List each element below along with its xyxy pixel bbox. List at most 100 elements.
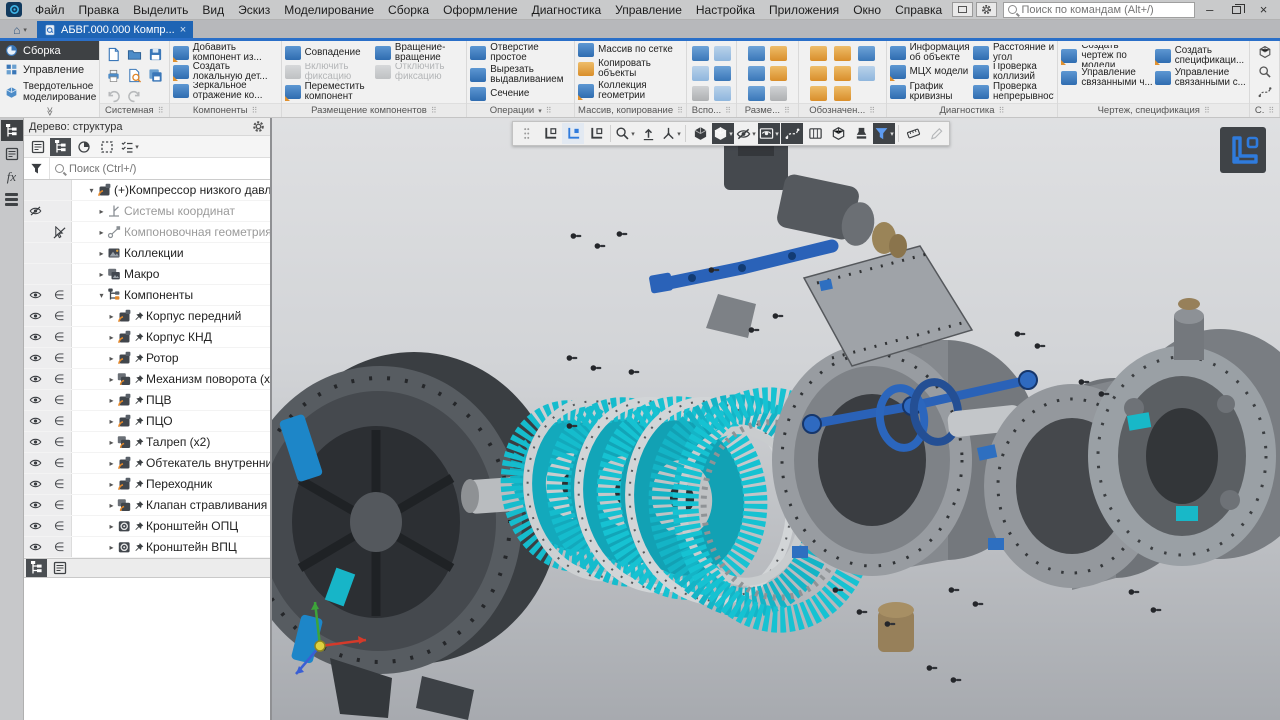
visibility-eye-icon[interactable] <box>29 290 42 300</box>
menu-diagnostics[interactable]: Диагностика <box>525 3 609 17</box>
rotation-rotation-button[interactable]: Вращение-вращение <box>374 43 463 63</box>
clip-planes-button[interactable] <box>804 123 826 144</box>
tree-item-rotor[interactable]: ∈ ▸ Ротор <box>24 348 270 369</box>
create-drawing-button[interactable]: Создать чертеж по модели <box>1061 45 1152 67</box>
notation-datum-button[interactable] <box>833 45 851 61</box>
tree-item-knd-casing[interactable]: ∈ ▸ Корпус КНД <box>24 327 270 348</box>
visibility-eye-icon[interactable] <box>29 542 42 552</box>
component-refresh-tool-button[interactable] <box>1256 84 1274 100</box>
create-local-part-button[interactable]: Создать локальную дет... <box>172 62 278 81</box>
dim-radial-button[interactable] <box>747 65 765 81</box>
menu-edit[interactable]: Правка <box>72 3 127 17</box>
aux-local-cs-button[interactable] <box>713 65 731 81</box>
menu-file[interactable]: Файл <box>28 3 72 17</box>
3d-model[interactable] <box>272 118 1280 720</box>
visibility-eye-icon[interactable] <box>29 521 42 531</box>
tree-item-front-casing[interactable]: ∈ ▸ Корпус передний <box>24 306 270 327</box>
tree-item-pco[interactable]: ∈ ▸ ПЦО <box>24 411 270 432</box>
tree-item-bracket-opc[interactable]: ∈ ▸ Кронштейн ОПЦ <box>24 516 270 537</box>
mode-management[interactable]: Управление <box>0 60 99 79</box>
orientation-current-button[interactable] <box>562 123 584 144</box>
menu-management[interactable]: Управление <box>608 3 689 17</box>
new-document-button[interactable] <box>103 44 124 65</box>
copy-objects-button[interactable]: Копировать объекты <box>578 59 683 79</box>
add-component-button[interactable]: Добавить компонент из... <box>172 43 278 62</box>
exploded-view-button[interactable] <box>827 123 849 144</box>
aux-axis-button[interactable] <box>691 85 709 101</box>
menu-help[interactable]: Справка <box>888 3 949 17</box>
visibility-eye-icon[interactable] <box>29 332 42 342</box>
trajectory-display-button[interactable] <box>781 123 803 144</box>
disable-fixation-button[interactable]: Отключить фиксацию <box>374 63 463 83</box>
tree-filter-button[interactable] <box>24 158 50 179</box>
document-tab[interactable]: АБВГ.000.000 Компр... × <box>37 21 194 38</box>
visibility-eye-icon[interactable] <box>29 311 42 321</box>
menu-select[interactable]: Выделить <box>126 3 195 17</box>
interface-settings-button[interactable] <box>976 2 998 17</box>
command-search[interactable] <box>1003 1 1196 18</box>
tree-view-structure-button[interactable] <box>50 137 71 156</box>
visibility-eye-icon[interactable] <box>29 479 42 489</box>
menu-window[interactable]: Окно <box>846 3 888 17</box>
ribbon-collapse-button[interactable]: ≫ <box>0 106 99 117</box>
notation-roughness-button[interactable] <box>809 45 827 61</box>
visibility-eye-icon[interactable] <box>29 353 42 363</box>
tree-item-collections[interactable]: ▸ Коллекции <box>24 243 270 264</box>
ghost-display-button[interactable]: ▾ <box>758 123 780 144</box>
mode-assembly[interactable]: Сборка <box>0 41 99 60</box>
edit-in-place-button[interactable] <box>925 123 947 144</box>
restore-button[interactable] <box>1224 1 1249 18</box>
parameters-panel-tab[interactable] <box>1 143 23 164</box>
notation-tolerance-button[interactable] <box>857 65 875 81</box>
filter-objects-button[interactable]: ▾ <box>873 123 895 144</box>
manage-linked-drawings-button[interactable]: Управление связанными ч... <box>1061 67 1153 89</box>
tree-view-selection-button[interactable] <box>96 138 117 156</box>
component-search-tool-button[interactable] <box>1256 64 1274 80</box>
membership-icon[interactable]: ∈ <box>48 306 72 326</box>
manage-linked-specs-button[interactable]: Управление связанными с... <box>1154 67 1246 89</box>
coordinate-triad-button[interactable]: ▾ <box>660 123 682 144</box>
tree-execution-tab[interactable] <box>49 559 70 577</box>
display-shaded-button[interactable] <box>689 123 711 144</box>
dim-diametral-button[interactable] <box>769 65 787 81</box>
create-specification-button[interactable]: Создать спецификаци... <box>1154 45 1246 67</box>
normal-to-view-button[interactable] <box>637 123 659 144</box>
grid-array-button[interactable]: Массив по сетке <box>578 43 683 57</box>
move-component-button[interactable]: Переместить компонент <box>284 82 373 102</box>
tree-item-turnbuckle[interactable]: ∈ ▸ Талреп (x2) <box>24 432 270 453</box>
tree-item-components[interactable]: ∈ ▾ Компоненты <box>24 285 270 306</box>
hidden-eye-icon[interactable] <box>29 206 42 216</box>
membership-icon[interactable]: ∈ <box>48 516 72 536</box>
membership-icon[interactable]: ∈ <box>48 432 72 452</box>
appearance-mode-button[interactable]: ▾ <box>712 123 734 144</box>
tree-view-flat-button[interactable] <box>27 138 48 156</box>
command-search-input[interactable] <box>1021 3 1191 16</box>
visibility-eye-icon[interactable] <box>29 458 42 468</box>
measure-button[interactable] <box>902 123 924 144</box>
menu-drawing[interactable]: Оформление <box>436 3 524 17</box>
menu-assembly[interactable]: Сборка <box>381 3 436 17</box>
toolbar-drag-handle[interactable] <box>515 123 537 144</box>
print-button[interactable] <box>103 65 124 86</box>
membership-icon[interactable]: ∈ <box>48 495 72 515</box>
dim-angular-button[interactable] <box>769 45 787 61</box>
stamp-view-button[interactable] <box>850 123 872 144</box>
component-add-tool-button[interactable] <box>1256 44 1274 60</box>
simple-hole-button[interactable]: Отверстие простое <box>470 43 571 63</box>
tree-item-bleed-valve[interactable]: ∈ ▸ Клапан стравливания (x2) <box>24 495 270 516</box>
orientation-widget[interactable] <box>1220 127 1266 173</box>
dim-linear-button[interactable] <box>747 45 765 61</box>
tree-item-layout-geometry[interactable]: ▸ Компоновочная геометрия <box>24 222 270 243</box>
tree-item-coordinate-systems[interactable]: ▸ Системы координат <box>24 201 270 222</box>
menu-sketch[interactable]: Эскиз <box>231 3 277 17</box>
mass-properties-button[interactable]: МЦХ модели <box>889 63 971 83</box>
tree-item-inner-fairing[interactable]: ∈ ▸ Обтекатель внутренний <box>24 453 270 474</box>
menu-applications[interactable]: Приложения <box>762 3 846 17</box>
coincidence-button[interactable]: Совпадение <box>284 43 373 63</box>
geometry-collection-button[interactable]: Коллекция геометрии <box>578 81 683 101</box>
viewport-3d[interactable]: ▾ ▾ ▾ ▾ ▾ ▾ <box>272 118 1280 720</box>
tree-structure-tab[interactable] <box>26 559 47 577</box>
tree-display-options-button[interactable]: ▾ <box>119 138 140 156</box>
minimize-button[interactable]: – <box>1197 1 1222 18</box>
aux-layers-button[interactable] <box>691 65 709 81</box>
